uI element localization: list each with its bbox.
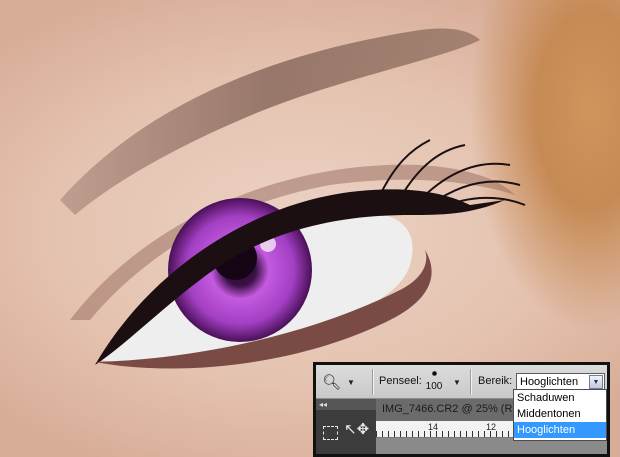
rectangular-marquee-icon[interactable] <box>323 426 338 440</box>
move-tool-icon[interactable]: ↖✥ <box>344 422 369 437</box>
brush-preset-picker[interactable]: 100 <box>422 369 446 395</box>
range-label: Bereik: <box>478 375 513 387</box>
range-select-value: Hooglichten <box>520 376 579 388</box>
document-title: IMG_7466.CR2 @ 25% (RG <box>382 403 521 415</box>
range-option-highlights[interactable]: Hooglichten <box>514 422 606 438</box>
divider <box>470 369 471 395</box>
dodge-burn-tool-icon: 🔍︎ <box>322 373 342 391</box>
divider <box>372 369 373 395</box>
brush-label: Penseel: <box>379 375 422 387</box>
brush-tip-icon <box>431 371 437 376</box>
range-dropdown-button[interactable]: ▼ <box>589 375 603 389</box>
range-option-shadows[interactable]: Schaduwen <box>514 390 606 406</box>
range-dropdown-list: Schaduwen Middentonen Hooglichten <box>513 389 607 441</box>
range-option-midtones[interactable]: Middentonen <box>514 406 606 422</box>
brush-chevron-down-icon[interactable]: ▼ <box>453 378 461 387</box>
chevron-down-icon: ▼ <box>347 377 355 387</box>
tools-panel: ↖✥ <box>316 410 376 454</box>
tool-preset-picker[interactable]: 🔍︎ ▼ <box>322 370 366 394</box>
collapse-arrows-icon: ◂◂ <box>319 400 328 409</box>
brush-size: 100 <box>425 381 443 392</box>
panel-collapse-strip[interactable]: ◂◂ <box>316 399 379 410</box>
chevron-down-icon: ▼ <box>592 378 600 386</box>
